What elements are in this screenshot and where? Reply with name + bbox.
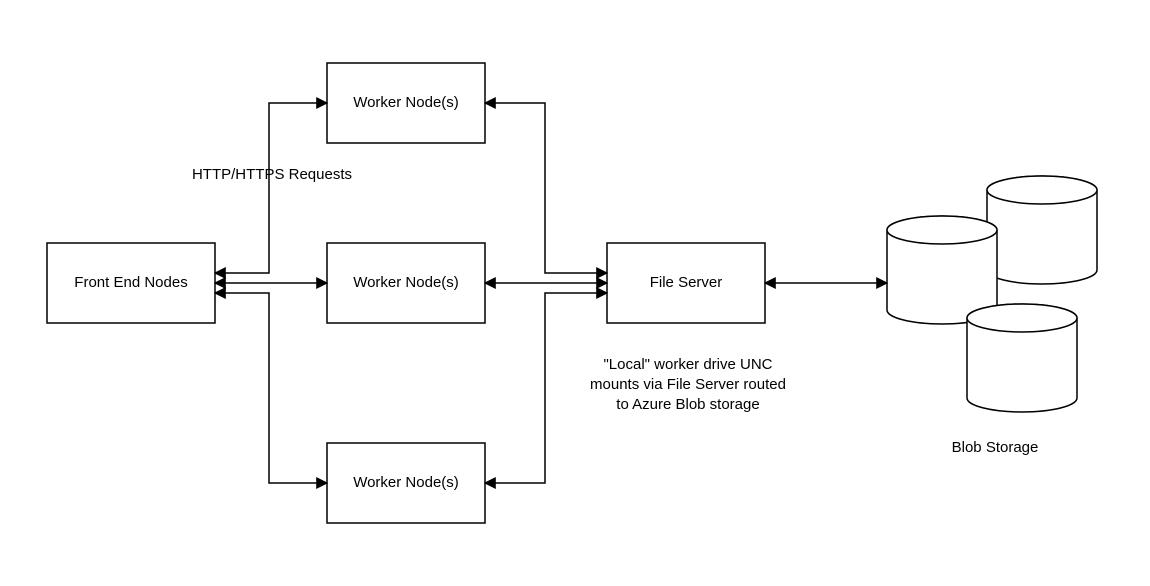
worker-node-top-label: Worker Node(s) [353, 94, 459, 111]
front-end-nodes-box: Front End Nodes [47, 243, 215, 323]
worker-node-top-box: Worker Node(s) [327, 63, 485, 143]
worker-node-bot-box: Worker Node(s) [327, 443, 485, 523]
blob-cylinder-left [887, 216, 997, 324]
connector-worker-bot-to-fileserver [485, 293, 607, 483]
worker-node-mid-label: Worker Node(s) [353, 274, 459, 291]
blob-cylinder-back [987, 176, 1097, 284]
front-end-nodes-label: Front End Nodes [74, 274, 187, 291]
blob-cylinder-bottom [967, 304, 1077, 412]
architecture-diagram: Front End Nodes Worker Node(s) Worker No… [0, 0, 1150, 586]
worker-node-mid-box: Worker Node(s) [327, 243, 485, 323]
file-server-box: File Server [607, 243, 765, 323]
worker-node-bot-label: Worker Node(s) [353, 474, 459, 491]
blob-storage-label: Blob Storage [952, 439, 1039, 456]
blob-storage-group [887, 176, 1097, 412]
unc-desc-line2: mounts via File Server routed [590, 376, 786, 393]
unc-desc-line1: "Local" worker drive UNC [603, 356, 772, 373]
requests-label: HTTP/HTTPS Requests [192, 166, 352, 183]
connector-worker-top-to-fileserver [485, 103, 607, 273]
connector-front-to-worker-bot [215, 293, 327, 483]
unc-desc-line3: to Azure Blob storage [616, 396, 759, 413]
file-server-label: File Server [650, 274, 723, 291]
connector-front-to-worker-top [215, 103, 327, 273]
